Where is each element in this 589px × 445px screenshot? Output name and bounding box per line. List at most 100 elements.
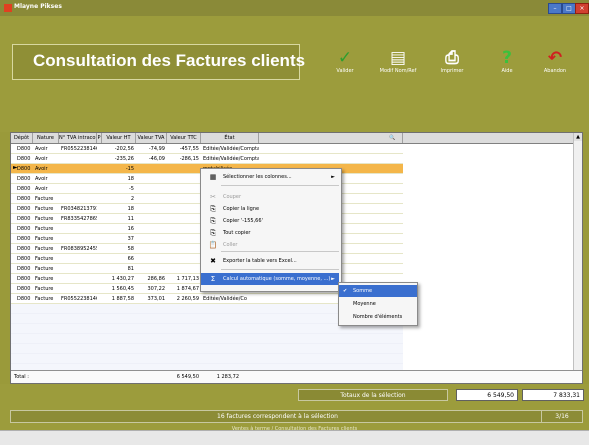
empty-row xyxy=(11,344,403,354)
cell-tva xyxy=(136,194,167,204)
toolbar-button-modif-nom-ref[interactable]: ▤ Modif Nom/Ref xyxy=(373,48,423,74)
cell-ttc: 2 260,59 xyxy=(176,296,199,302)
menu-item-1: ✂ Couper xyxy=(201,191,339,203)
cell-ttc xyxy=(167,224,201,234)
cell-ht: -15 xyxy=(125,166,134,172)
cell-nature: Facture xyxy=(35,216,54,222)
cell-tva-id xyxy=(59,274,97,284)
cell-tva xyxy=(136,224,167,234)
submenu-item-0[interactable]: ✔ Somme xyxy=(339,285,417,297)
maximize-button[interactable]: □ xyxy=(562,3,576,14)
cell-tva xyxy=(136,244,167,254)
empty-row xyxy=(11,354,403,364)
minimize-button[interactable]: – xyxy=(548,3,562,14)
cell-ht: 18 xyxy=(127,206,134,212)
cell-ht: 81 xyxy=(127,266,134,272)
cell-tva-id xyxy=(59,154,97,164)
cell-tva xyxy=(136,204,167,214)
menu-item-label: Copier la ligne xyxy=(223,206,260,212)
cell-etat: Editée/Validée/Comptabilisée xyxy=(203,146,259,152)
totals-row: Total : 6 549,50 1 283,72 xyxy=(11,370,582,383)
cell-ht: 11 xyxy=(127,216,134,222)
menu-item-label: Exporter la table vers Excel... xyxy=(223,258,297,264)
menu-item-icon: ⎘ xyxy=(210,205,216,213)
menu-item-label: Calcul automatique (somme, moyenne, ...) xyxy=(223,276,331,282)
cell-tva-id: FR05522381469 xyxy=(61,296,97,302)
column-header-6[interactable]: Valeur TTC xyxy=(167,133,201,143)
cell-tva: 307,22 xyxy=(147,286,166,292)
selection-total-1: 6 549,50 xyxy=(456,389,518,401)
menu-item-4[interactable]: ⎘ Tout copier xyxy=(201,227,339,239)
toolbar-button-aide[interactable]: ? Aide xyxy=(482,48,532,74)
scroll-up-icon[interactable]: ▲ xyxy=(574,133,582,141)
cell-ttc xyxy=(167,194,201,204)
cell-etat: Editée/Validée/Comptabilisée xyxy=(203,156,259,162)
cell-ht: 1 887,58 xyxy=(111,296,134,302)
submenu-item-label: Nombre d'éléments xyxy=(353,314,403,320)
table-row[interactable]: D800 Avoir -235,26 -46,09 -286,15 Editée/Vali… xyxy=(11,154,403,164)
submenu-item-1[interactable]: Moyenne xyxy=(339,298,417,310)
menu-item-icon: Σ xyxy=(210,275,216,283)
toolbar-label: Modif Nom/Ref xyxy=(379,68,417,74)
menu-item-2[interactable]: ⎘ Copier la ligne xyxy=(201,203,339,215)
valider-icon: ✓ xyxy=(337,48,353,68)
table-row[interactable]: D800AvoirFR05522381469-202,56-74,99-457,… xyxy=(11,144,403,154)
cell-ht: 66 xyxy=(127,256,134,262)
cell-tva-id: FR83354278656 xyxy=(61,216,97,222)
abandon-icon: ↶ xyxy=(547,48,563,68)
cell-ttc xyxy=(167,244,201,254)
cell-ht: 1 560,45 xyxy=(111,286,134,292)
cell-nature: Facture xyxy=(35,286,54,292)
app-icon xyxy=(4,4,12,12)
cell-tva-id: FR05522381469 xyxy=(61,146,97,152)
cell-ht: -5 xyxy=(129,186,134,192)
cell-ht: -235,26 xyxy=(114,156,134,162)
cell-tva-id xyxy=(59,284,97,294)
toolbar-label: Aide xyxy=(501,68,513,74)
header-area: Consultation des Factures clients ✓ Valid… xyxy=(0,16,589,132)
toolbar-button-valider[interactable]: ✓ Valider xyxy=(320,48,370,74)
close-button[interactable]: × xyxy=(575,3,589,14)
column-header-1[interactable]: Nature xyxy=(33,133,59,143)
cell-tva: 373,01 xyxy=(147,296,166,302)
menu-item-0[interactable]: ▦ Sélectionner les colonnes... ► xyxy=(201,171,339,183)
cell-tva-id: FR03482137916 xyxy=(61,206,97,212)
checkmark-icon: ✔ xyxy=(343,288,348,294)
cell-ht: 58 xyxy=(127,246,134,252)
toolbar-button-imprimer[interactable]: ⎙ Imprimer xyxy=(427,48,477,74)
column-header-5[interactable]: Valeur TVA xyxy=(136,133,167,143)
column-header-0[interactable]: Dépôt xyxy=(11,133,33,143)
cell-nature: Avoir xyxy=(35,186,48,192)
status-message: 16 factures correspondent à la sélection xyxy=(217,413,338,420)
toolbar-label: Valider xyxy=(336,68,354,74)
cell-tva-id xyxy=(59,254,97,264)
cell-tva xyxy=(136,164,167,174)
cell-tva-id: FR08389524558 xyxy=(61,246,97,252)
cell-tva xyxy=(136,254,167,264)
cell-nature: Avoir xyxy=(35,166,48,172)
menu-item-6[interactable]: ✖ Exporter la table vers Excel... xyxy=(201,255,339,267)
column-header-4[interactable]: Valeur HT xyxy=(102,133,136,143)
cell-nature: Facture xyxy=(35,236,54,242)
column-header-2[interactable]: N° TVA intracom xyxy=(59,133,97,143)
cell-ttc: 1 717,13 xyxy=(176,276,199,282)
cell-ttc xyxy=(167,214,201,224)
submenu-arrow-icon: ► xyxy=(331,174,335,180)
totals-ht: 6 549,50 xyxy=(176,374,199,380)
submenu-item-2[interactable]: Nombre d'éléments xyxy=(339,311,417,323)
menu-item-3[interactable]: ⎘ Copier '-155,66' xyxy=(201,215,339,227)
status-bar: 16 factures correspondent à la sélection… xyxy=(10,410,583,423)
toolbar-button-abandon[interactable]: ↶ Abandon xyxy=(530,48,580,74)
toolbar-label: Abandon xyxy=(543,68,567,74)
menu-item-label: Copier '-155,66' xyxy=(223,218,263,224)
vertical-scrollbar[interactable]: ▲ ▼ xyxy=(573,133,582,383)
menu-item-7[interactable]: Σ Calcul automatique (somme, moyenne, ...… xyxy=(201,273,339,285)
cell-nature: Facture xyxy=(35,226,54,232)
cell-nature: Avoir xyxy=(35,156,48,162)
column-header-search-icon[interactable]: 🔍 xyxy=(383,133,403,143)
cell-tva xyxy=(136,184,167,194)
column-header-7[interactable]: État xyxy=(201,133,259,143)
cell-ttc xyxy=(167,174,201,184)
footer-bar xyxy=(0,430,589,445)
cell-nature: Avoir xyxy=(35,146,48,152)
